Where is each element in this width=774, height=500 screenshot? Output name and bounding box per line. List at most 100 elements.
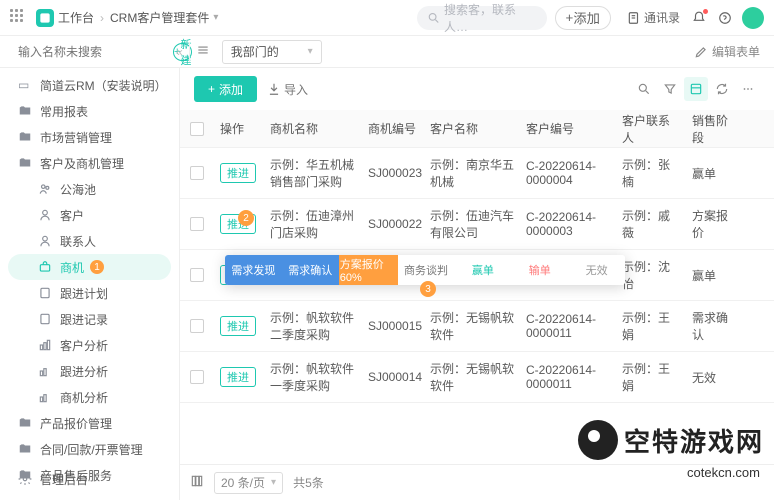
page-size-select[interactable]: 20 条/页▾ [214,472,283,494]
sidebar-item[interactable]: 市场营销管理 [0,124,179,150]
table-row[interactable]: 推进 示例：帆软软件一季度采购 SJ000014 示例：无锡帆软软件 C-202… [180,352,774,403]
sidebar-item[interactable]: 产品报价管理 [0,410,179,436]
cell-contact: 示例：沈怡 [616,250,686,300]
cell-code: SJ000014 [362,362,424,392]
refresh-icon[interactable] [710,77,734,101]
user-icon [38,234,52,248]
cell-contact: 示例：张楠 [616,148,686,198]
search-icon[interactable] [632,77,656,101]
sidebar-item[interactable]: 常用报表 [0,98,179,124]
col-op: 操作 [214,112,264,145]
sidebar-item-contact[interactable]: 联系人 [0,228,179,254]
cell-contact: 示例：戚薇 [616,199,686,249]
push-button[interactable]: 推进 [220,316,256,336]
edit-form-button[interactable]: 编辑表单 [694,43,760,60]
sidebar: ▭简道云RM（安装说明） 常用报表 市场营销管理 客户及商机管理 公海池 客户 … [0,68,180,500]
users-icon [38,182,52,196]
list-icon[interactable] [196,43,210,60]
chart-icon [38,338,52,352]
sidebar-item[interactable]: 客户及商机管理 [0,150,179,176]
stage-step-void[interactable]: 无效 [568,255,625,285]
department-select[interactable]: 我部门的▾ [222,40,322,64]
columns-icon[interactable] [190,474,204,491]
cell-custcode: C-20220614-0000004 [520,151,616,195]
cell-stage: 赢单 [686,157,742,190]
cell-cust: 示例：无锡帆软软件 [424,301,520,351]
table-row[interactable]: 推进 示例：帆软软件二季度采购 SJ000015 示例：无锡帆软软件 C-202… [180,301,774,352]
cell-custcode: C-20220614-0000003 [520,202,616,246]
more-icon[interactable] [736,77,760,101]
checkbox[interactable] [190,319,204,333]
app-logo-icon [36,9,54,27]
watermark: 空特游戏网 [578,420,764,460]
cell-cust: 示例：无锡帆软软件 [424,352,520,402]
stage-step-win[interactable]: 赢单 [454,255,511,285]
table-footer: 20 条/页▾ 共5条 [180,464,774,500]
checkbox[interactable] [190,217,204,231]
checkbox[interactable] [190,268,204,282]
stage-step[interactable]: 需求发现 [225,255,282,285]
col-custcode: 客户编号 [520,112,616,145]
cell-stage: 方案报价 [686,199,742,249]
sidebar-search-input[interactable] [18,41,173,63]
sidebar-item-opp-analysis[interactable]: 商机分析 [0,384,179,410]
filter-icon[interactable] [658,77,682,101]
push-button[interactable]: 推进 [220,367,256,387]
stage-step-current[interactable]: 方案报价 60% [339,255,398,285]
table-row[interactable]: 推进 示例：华五机械销售部门采购 SJ000023 示例：南京华五机械 C-20… [180,148,774,199]
cell-name: 示例：帆软软件一季度采购 [264,352,362,402]
apps-grid-icon[interactable] [10,9,28,27]
sidebar-item-customer[interactable]: 客户 [0,202,179,228]
cell-stage: 需求确认 [686,301,742,351]
total-count: 共5条 [293,474,324,491]
help-icon[interactable] [718,11,732,25]
add-button[interactable]: + 添加 [194,76,257,102]
view-icon[interactable] [684,77,708,101]
bell-icon[interactable] [692,11,706,25]
breadcrumb-workspace[interactable]: 工作台 [58,9,94,26]
secondary-bar: + 新建 « 我部门的▾ 编辑表单 [0,36,774,68]
sidebar-item-pool[interactable]: 公海池 [0,176,179,202]
sidebar-item-opportunity[interactable]: 商机1 [8,254,171,280]
breadcrumb-sep: › [100,11,104,25]
chevron-down-icon[interactable]: ▾ [213,12,218,23]
col-code: 商机编号 [362,112,424,145]
top-add-button[interactable]: + 添加 [555,6,611,30]
sidebar-item-plan[interactable]: 跟进计划 [0,280,179,306]
import-button[interactable]: 导入 [267,81,308,98]
cell-cust: 示例：南京华五机械 [424,148,520,198]
annotation-badge-3: 3 [420,281,436,297]
push-button[interactable]: 推进 [220,163,256,183]
stage-step-lose[interactable]: 输单 [511,255,568,285]
sidebar-item-record[interactable]: 跟进记录 [0,306,179,332]
folder-icon [18,130,32,144]
checkbox-all[interactable] [190,122,204,136]
sidebar-item[interactable]: ▭简道云RM（安装说明） [0,72,179,98]
cell-custcode: C-20220614-0000011 [520,355,616,399]
table-row[interactable]: 推进 示例：伍迪漳州门店采购 SJ000022 示例：伍迪汽车有限公司 C-20… [180,199,774,250]
col-contact: 客户联系人 [616,110,686,154]
cell-code: SJ000015 [362,311,424,341]
col-stage: 销售阶段 [686,110,742,154]
sidebar-item[interactable]: 合同/回款/开票管理 [0,436,179,462]
checkbox[interactable] [190,166,204,180]
user-icon [38,208,52,222]
sidebar-admin[interactable]: 管理后台 [0,466,180,492]
folder-icon [18,416,32,430]
breadcrumb-suite[interactable]: CRM客户管理套件 [110,9,209,26]
user-avatar[interactable] [742,7,764,29]
col-name: 商机名称 [264,112,362,145]
contacts-button[interactable]: 通讯录 [627,9,680,26]
stage-step[interactable]: 需求确认 [282,255,339,285]
col-cust: 客户名称 [424,112,520,145]
cell-code: SJ000022 [362,209,424,239]
sidebar-item-follow-analysis[interactable]: 跟进分析 [0,358,179,384]
gear-icon [18,472,32,486]
doc-icon [38,286,52,300]
sidebar-item-cust-analysis[interactable]: 客户分析 [0,332,179,358]
collapse-sidebar-icon[interactable]: « [176,45,183,59]
watermark-text: 空特游戏网 [624,422,764,459]
checkbox[interactable] [190,370,204,384]
cell-cust: 示例：伍迪汽车有限公司 [424,199,520,249]
global-search-input[interactable]: 搜索客，联系人… [417,6,547,30]
